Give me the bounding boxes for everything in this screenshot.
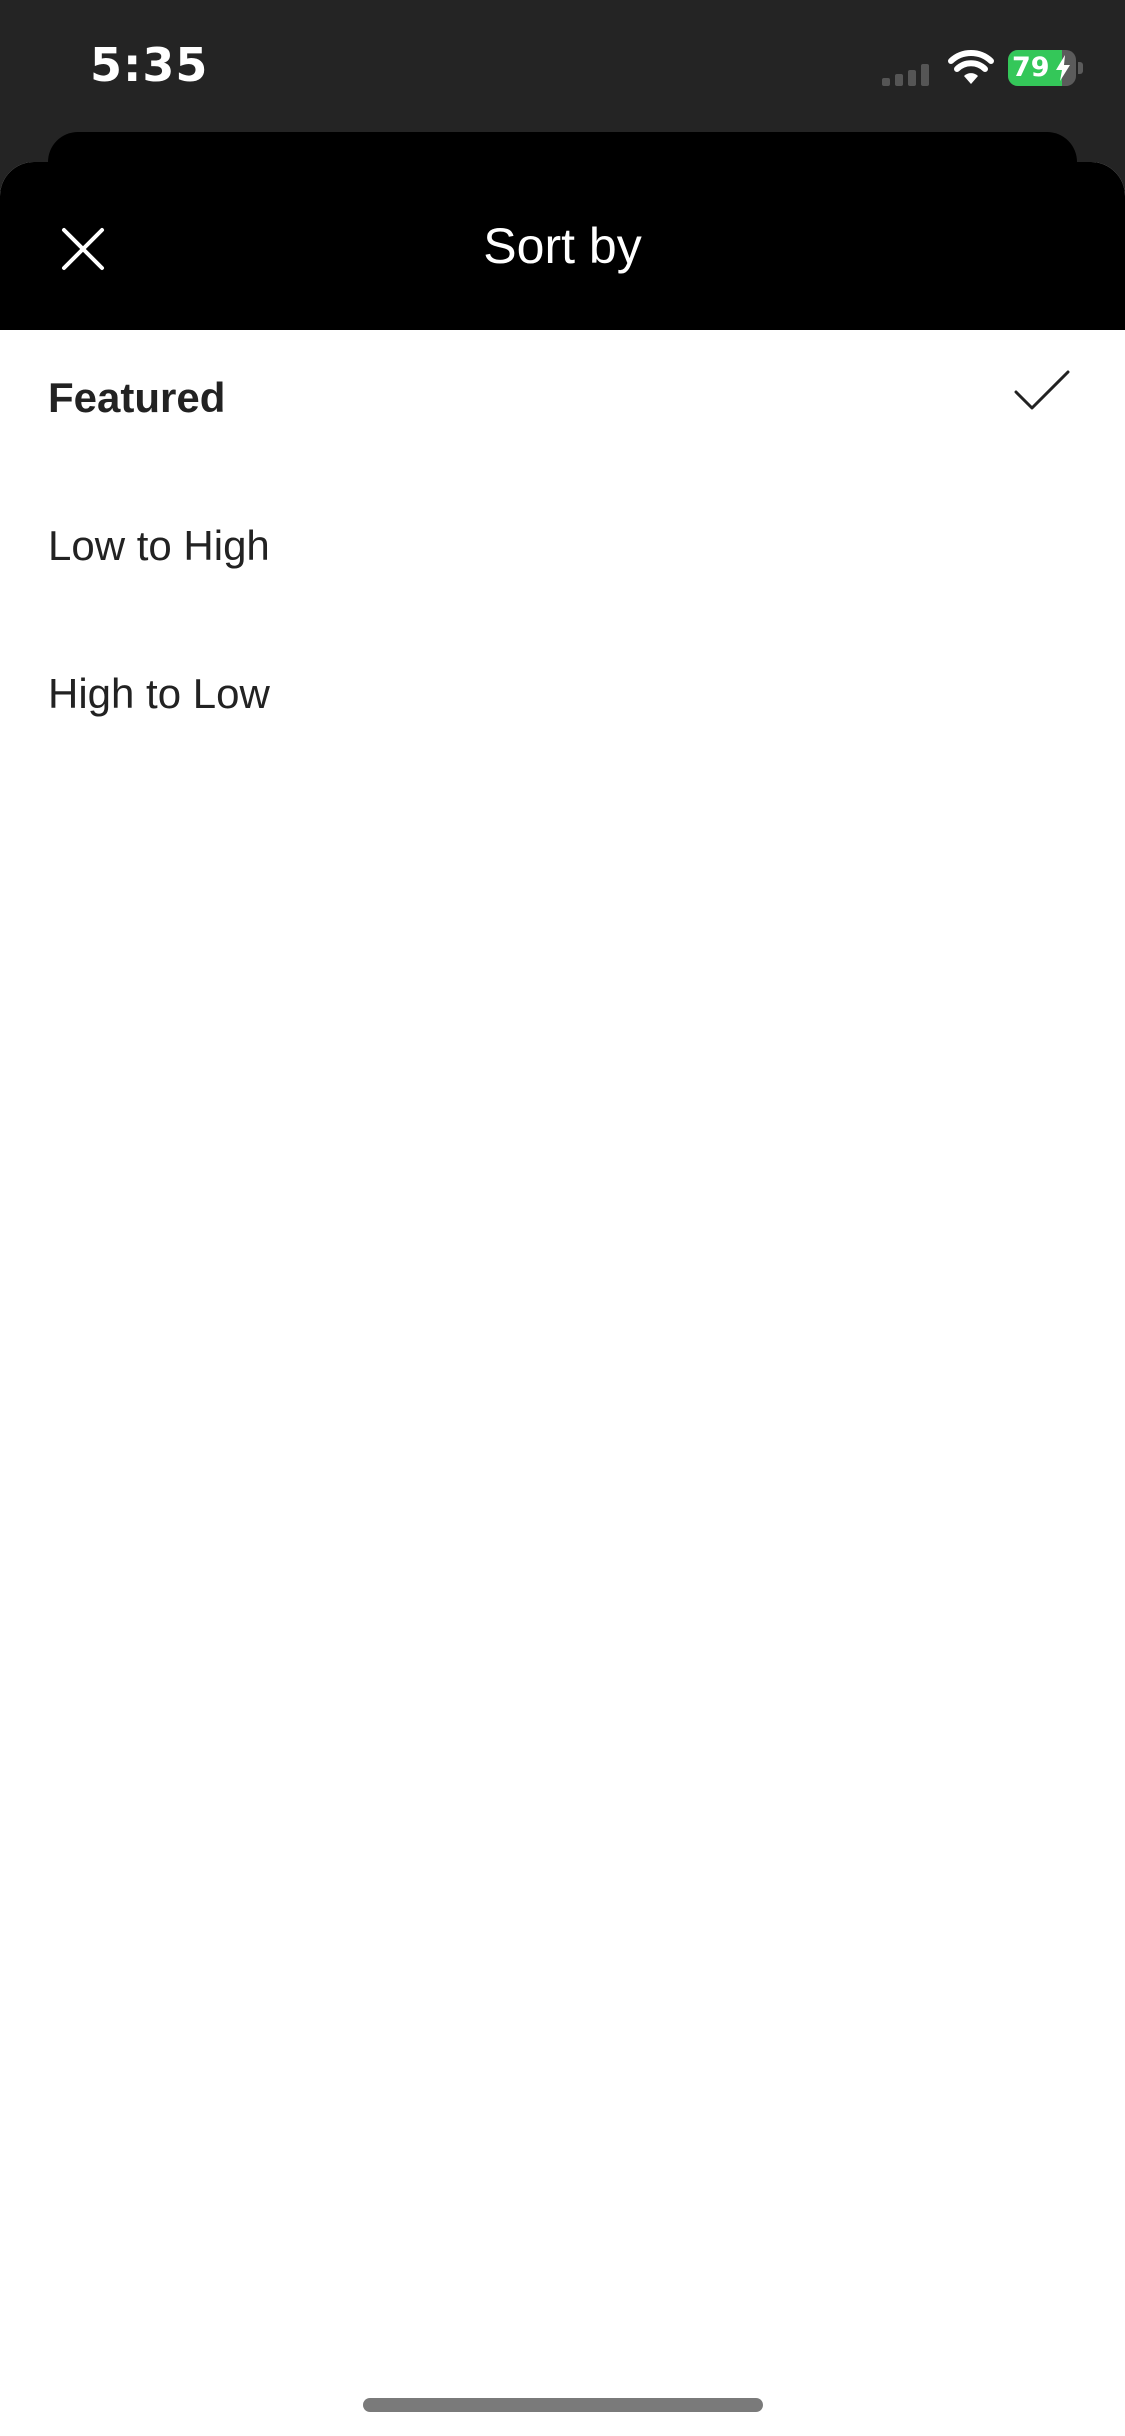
battery-percentage: 79 — [1012, 52, 1050, 83]
sheet-header: Sort by — [0, 162, 1125, 330]
home-indicator[interactable] — [363, 2398, 763, 2412]
sort-option-label: Low to High — [48, 522, 270, 569]
battery-indicator: 79 — [1008, 50, 1084, 86]
sort-sheet: Sort by Featured Low to High High to Low — [0, 162, 1125, 2436]
sort-option-featured[interactable]: Featured — [0, 330, 1125, 478]
sort-option-low-to-high[interactable]: Low to High — [0, 478, 1125, 626]
sheet-title: Sort by — [483, 218, 642, 274]
sort-option-label: Featured — [48, 374, 226, 421]
sort-by-screen: 5:35 79 Sort by Featured Low to High Hig… — [0, 0, 1125, 2436]
checkmark-icon — [1014, 370, 1070, 410]
status-time: 5:35 — [90, 38, 209, 92]
wifi-icon — [948, 50, 994, 84]
status-bar: 5:35 79 — [0, 0, 1125, 132]
sort-option-label: High to Low — [48, 670, 270, 717]
sort-option-high-to-low[interactable]: High to Low — [0, 626, 1125, 774]
sort-options-list: Featured Low to High High to Low — [0, 330, 1125, 774]
bolt-icon — [1056, 55, 1070, 81]
battery-body: 79 — [1008, 50, 1076, 86]
cellular-signal-icon — [882, 64, 929, 86]
battery-cap — [1078, 62, 1083, 74]
